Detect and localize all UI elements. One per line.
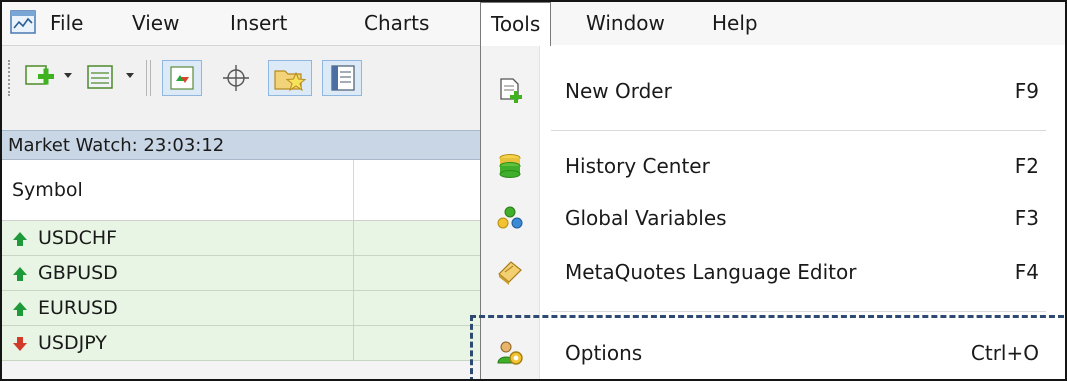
app-window: File View Insert Charts Tools Window Hel… [0,0,1067,381]
toolbar-grip[interactable] [8,60,12,96]
menu-bar: File View Insert Charts Tools Window Hel… [2,2,1065,46]
up-arrow-icon [13,302,27,316]
symbol-name: USDJPY [38,332,107,354]
menu-charts[interactable]: Charts [364,2,429,45]
menu-item-metaquotes-language-editor[interactable]: MetaQuotes Language Editor F4 [481,247,1061,297]
up-arrow-icon [13,267,27,281]
app-logo-icon [10,10,36,34]
profiles-button[interactable] [82,60,122,96]
metaeditor-icon [498,261,522,285]
new-chart-dropdown-arrow[interactable] [64,73,72,78]
toolbar-separator [146,60,147,96]
table-row[interactable]: USDJPY [2,326,482,361]
new-chart-button[interactable] [20,60,60,96]
menu-window[interactable]: Window [586,2,665,45]
profiles-icon [87,65,113,89]
market-watch-button[interactable] [162,60,202,96]
toolbar-separator [150,60,151,96]
global-variables-icon [497,206,523,229]
symbol-name: EURUSD [38,297,118,319]
table-row[interactable]: GBPUSD [2,256,482,291]
menu-separator [551,130,1046,131]
menu-item-global-variables[interactable]: Global Variables F3 [481,193,1061,243]
toolbar [2,46,482,130]
menu-help[interactable]: Help [712,2,758,45]
menu-item-shortcut: F3 [1014,206,1039,230]
column-divider [353,326,354,361]
options-highlight-box [470,315,1064,379]
menu-item-history-center[interactable]: History Center F2 [481,141,1061,191]
column-divider [353,291,354,326]
crosshair-icon [223,65,249,91]
up-arrow-icon [13,232,27,246]
new-order-icon [500,78,522,103]
market-watch-title: Market Watch: 23:03:12 [2,130,482,160]
table-header-row: Symbol [2,160,482,221]
menu-item-label: Global Variables [565,206,727,230]
menu-tools[interactable]: Tools [480,2,552,46]
symbol-name: USDCHF [38,227,118,249]
new-chart-icon [25,65,54,85]
history-center-icon [499,154,521,178]
menu-item-shortcut: F4 [1014,260,1039,284]
column-divider [353,221,354,256]
menu-item-label: New Order [565,79,672,103]
table-row[interactable]: USDCHF [2,221,482,256]
menu-item-label: MetaQuotes Language Editor [565,260,857,284]
menu-item-shortcut: F2 [1014,154,1039,178]
menu-insert[interactable]: Insert [230,2,287,45]
menu-separator [551,311,1046,312]
symbol-name: GBPUSD [38,262,118,284]
navigator-button[interactable] [268,60,312,96]
data-window-icon [331,65,355,91]
crosshair-button[interactable] [216,60,256,96]
navigator-icon [274,70,307,92]
market-watch-icon [170,66,194,90]
down-arrow-icon [13,337,27,351]
profiles-dropdown-arrow[interactable] [126,73,134,78]
menu-item-label: History Center [565,154,710,178]
column-divider [353,160,354,220]
table-row[interactable]: EURUSD [2,291,482,326]
menu-view[interactable]: View [132,2,179,45]
menu-file[interactable]: File [50,2,83,45]
menu-item-shortcut: F9 [1014,79,1039,103]
column-divider [353,256,354,291]
column-header-symbol[interactable]: Symbol [12,160,83,220]
menu-item-new-order[interactable]: New Order F9 [481,66,1061,116]
data-window-button[interactable] [322,60,362,96]
